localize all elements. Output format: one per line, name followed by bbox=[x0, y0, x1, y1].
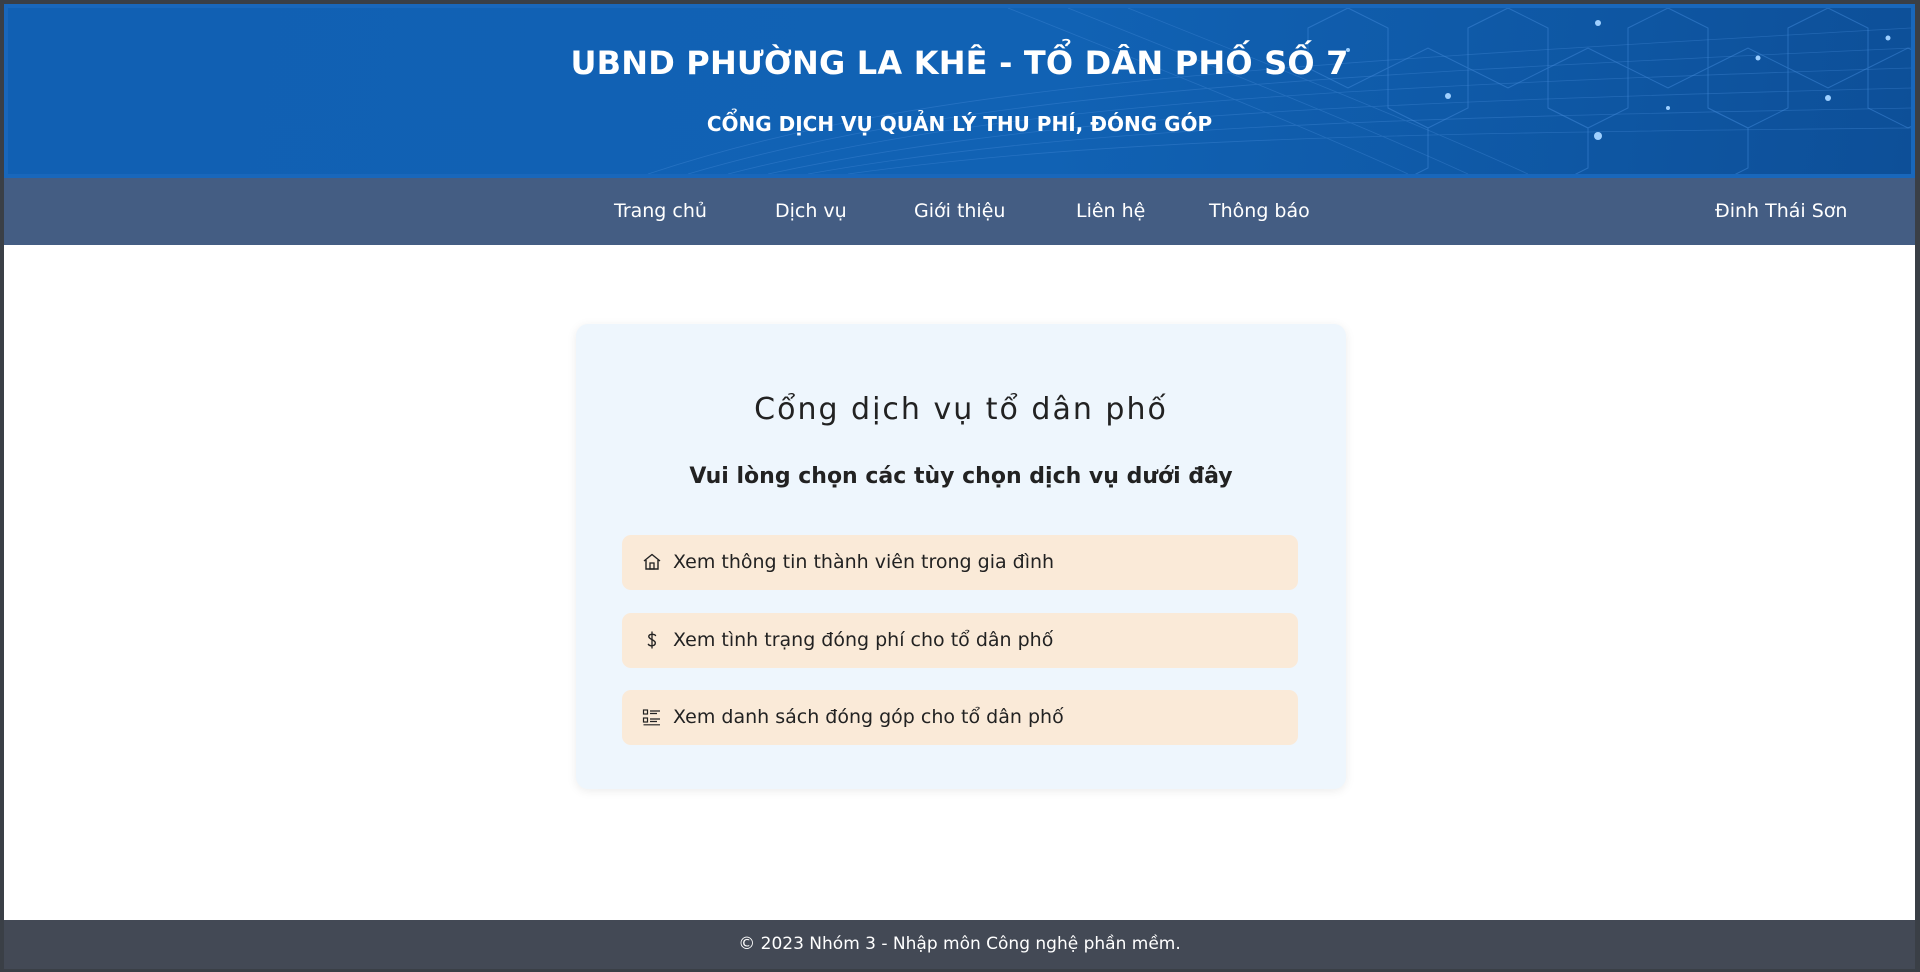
option-label: Xem thông tin thành viên trong gia đình bbox=[673, 551, 1055, 573]
nav-item-contact[interactable]: Liên hệ bbox=[1076, 178, 1145, 245]
site-subtitle: CỔNG DỊCH VỤ QUẢN LÝ THU PHÍ, ĐÓNG GÓP bbox=[706, 112, 1213, 136]
footer-copyright: © 2023 Nhóm 3 - Nhập môn Công nghệ phần … bbox=[738, 934, 1181, 954]
navbar: Trang chủ Dịch vụ Giới thiệu Liên hệ Thô… bbox=[4, 178, 1915, 245]
card-title: Cổng dịch vụ tổ dân phố bbox=[754, 392, 1168, 427]
option-fee-status[interactable]: Xem tình trạng đóng phí cho tổ dân phố bbox=[622, 613, 1298, 668]
main-content: Cổng dịch vụ tổ dân phố Vui lòng chọn cá… bbox=[4, 245, 1915, 920]
header-banner: UBND PHƯỜNG LA KHÊ - TỔ DÂN PHỐ SỐ 7 CỔN… bbox=[4, 4, 1915, 178]
browser-viewport: UBND PHƯỜNG LA KHÊ - TỔ DÂN PHỐ SỐ 7 CỔN… bbox=[4, 4, 1915, 969]
site-title: UBND PHƯỜNG LA KHÊ - TỔ DÂN PHỐ SỐ 7 bbox=[570, 44, 1349, 82]
service-portal-card: Cổng dịch vụ tổ dân phố Vui lòng chọn cá… bbox=[576, 324, 1346, 789]
nav-item-services[interactable]: Dịch vụ bbox=[775, 178, 847, 245]
card-subtitle: Vui lòng chọn các tùy chọn dịch vụ dưới … bbox=[689, 464, 1233, 489]
footer: © 2023 Nhóm 3 - Nhập môn Công nghệ phần … bbox=[4, 920, 1915, 969]
dollar-icon bbox=[647, 631, 657, 649]
list-icon bbox=[642, 709, 660, 726]
option-family-members[interactable]: Xem thông tin thành viên trong gia đình bbox=[622, 535, 1298, 590]
user-name-link[interactable]: Đinh Thái Sơn bbox=[1715, 178, 1847, 245]
network-pattern-graphic bbox=[647, 8, 1911, 174]
nav-item-notifications[interactable]: Thông báo bbox=[1209, 178, 1310, 245]
nav-item-about[interactable]: Giới thiệu bbox=[914, 178, 1005, 245]
house-icon bbox=[643, 553, 661, 570]
option-label: Xem danh sách đóng góp cho tổ dân phố bbox=[673, 706, 1064, 728]
nav-item-home[interactable]: Trang chủ bbox=[614, 178, 707, 245]
option-contribution-list[interactable]: Xem danh sách đóng góp cho tổ dân phố bbox=[622, 690, 1298, 745]
option-label: Xem tình trạng đóng phí cho tổ dân phố bbox=[673, 629, 1054, 651]
